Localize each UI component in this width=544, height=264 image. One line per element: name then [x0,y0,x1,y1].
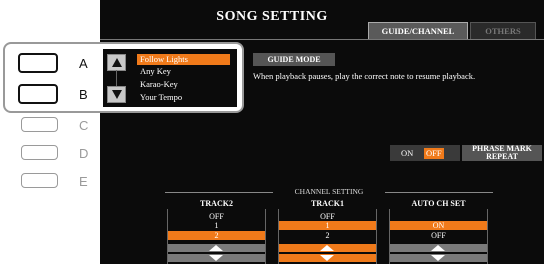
phrase-mark-repeat-button[interactable]: PHRASE MARK REPEAT [462,145,542,161]
list-down-button[interactable] [107,86,126,103]
panel-button-e[interactable] [21,173,58,188]
list-item-your-tempo[interactable]: Your Tempo [137,92,182,103]
track2-column[interactable]: OFF 1 2 [167,209,266,264]
triangle-down-icon [431,255,445,261]
auto-ch-set-up-arrow[interactable] [390,244,487,252]
track2-header: TRACK2 [200,199,233,208]
triangle-down-icon [209,255,223,261]
callout-label-a: A [79,56,88,71]
track1-up-arrow[interactable] [279,244,376,252]
panel-label-d: D [79,146,89,161]
tab-others[interactable]: OTHERS [470,22,536,39]
track1-down-arrow[interactable] [279,254,376,262]
channel-setting-title: CHANNEL SETTING [294,187,364,196]
triangle-down-icon [112,90,122,99]
track2-up-arrow[interactable] [168,244,265,252]
callout-label-b: B [79,87,88,102]
panel-label-c: C [79,118,89,133]
track2-value-off[interactable]: OFF [168,212,265,221]
triangle-down-icon [320,255,334,261]
auto-ch-set-off[interactable]: OFF [390,231,487,240]
guide-mode-description: When playback pauses, play the correct n… [253,71,476,81]
list-item-karao-key[interactable]: Karao-Key [137,79,178,90]
panel-button-c[interactable] [21,117,58,132]
track1-value-off[interactable]: OFF [279,212,376,221]
track1-header: TRACK1 [311,199,344,208]
triangle-up-icon [209,245,223,251]
phrase-mark-line2: REPEAT [486,152,518,161]
list-up-button[interactable] [107,54,126,71]
list-item-follow-lights[interactable]: Follow Lights [137,54,230,65]
callout-button-b[interactable] [18,84,58,104]
guide-mode-label: GUIDE MODE [253,53,335,66]
triangle-up-icon [112,58,122,67]
track2-value-2[interactable]: 2 [168,231,265,240]
track1-value-2[interactable]: 2 [279,231,376,240]
panel-label-e: E [79,174,88,189]
auto-ch-set-header: AUTO CH SET [411,199,466,208]
toggle-off-label: OFF [424,148,444,159]
toggle-on-label: ON [401,148,414,158]
channel-line-left [165,192,273,193]
track1-value-1[interactable]: 1 [279,221,376,230]
list-connector [116,70,117,86]
callout-button-a[interactable] [18,53,58,73]
triangle-up-icon [320,245,334,251]
tab-divider [100,39,544,40]
channel-line-right [385,192,493,193]
list-item-any-key[interactable]: Any Key [137,66,171,77]
track1-column[interactable]: OFF 1 2 [278,209,377,264]
track2-value-1[interactable]: 1 [168,221,265,230]
triangle-up-icon [431,245,445,251]
track2-down-arrow[interactable] [168,254,265,262]
auto-ch-set-down-arrow[interactable] [390,254,487,262]
auto-ch-set-on[interactable]: ON [390,221,487,230]
tab-guide-channel[interactable]: GUIDE/CHANNEL [368,22,468,39]
panel-button-d[interactable] [21,145,58,160]
auto-ch-set-column[interactable]: ON OFF [389,209,488,264]
